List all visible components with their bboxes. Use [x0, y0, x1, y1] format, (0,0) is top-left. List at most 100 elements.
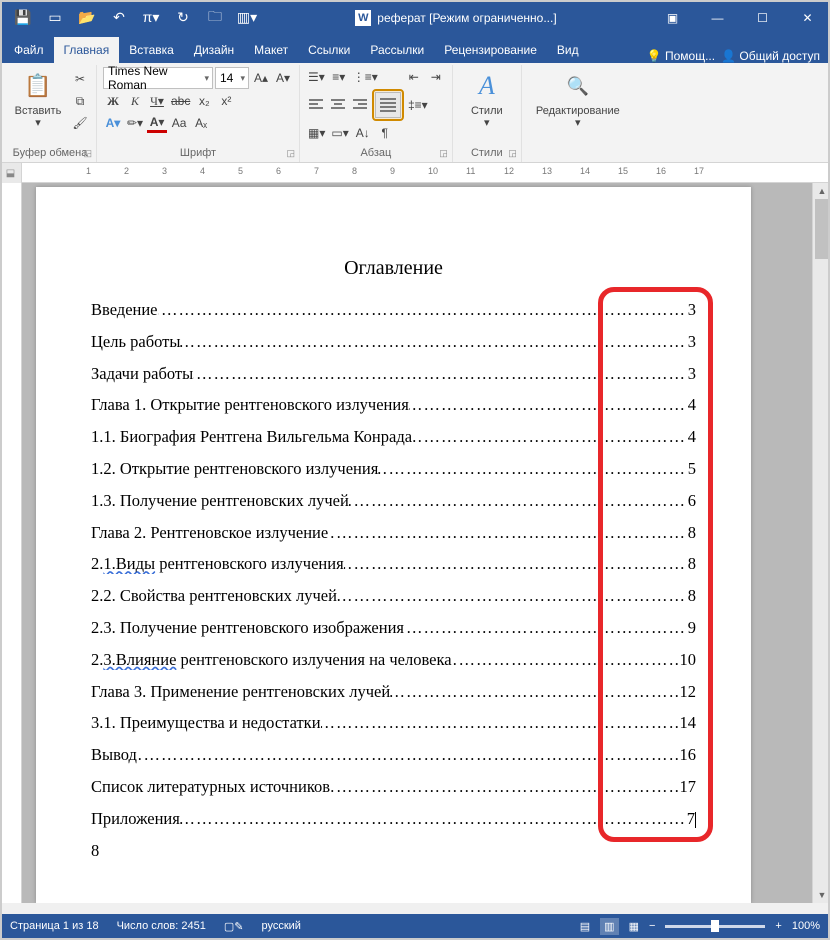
undo-icon[interactable]: ↶ — [104, 5, 134, 31]
toc-extra-line: 8 — [91, 841, 696, 861]
vertical-scrollbar[interactable]: ▲ ▼ — [812, 183, 830, 903]
quick-access-toolbar: 💾 ▭ 📂 ↶ π▾ ↻ 🗀 ▥▾ — [0, 5, 262, 31]
tab-insert[interactable]: Вставка — [119, 37, 184, 63]
folder-icon[interactable]: 🗀 — [200, 5, 230, 31]
paste-button[interactable]: 📋 Вставить▾ — [10, 67, 66, 129]
tab-review[interactable]: Рецензирование — [434, 37, 547, 63]
scroll-up-icon[interactable]: ▲ — [813, 183, 830, 199]
toc-text: 2.3.Влияние рентгеновского излучения на … — [91, 650, 452, 669]
toc-page: 9 — [686, 618, 696, 638]
sort-icon[interactable]: A↓ — [353, 123, 373, 143]
multilevel-icon[interactable]: ⋮≡▾ — [351, 67, 380, 87]
share-button[interactable]: 👤 Общий доступ — [721, 49, 820, 63]
format-painter-icon[interactable]: 🖌 — [70, 113, 90, 133]
window-title: W реферат [Режим ограниченно...] — [262, 10, 650, 26]
decrease-indent-icon[interactable]: ⇤ — [404, 67, 424, 87]
tell-me[interactable]: 💡 Помощ... — [647, 49, 715, 63]
tab-design[interactable]: Дизайн — [184, 37, 244, 63]
group-editing: 🔍 Редактирование▾ — [522, 65, 634, 162]
redo-icon[interactable]: π▾ — [136, 5, 166, 31]
repeat-icon[interactable]: ↻ — [168, 5, 198, 31]
toc-page: 8 — [686, 523, 696, 543]
align-left-icon[interactable] — [306, 95, 326, 115]
status-page[interactable]: Страница 1 из 18 — [10, 920, 99, 932]
underline-button[interactable]: Ч▾ — [147, 91, 167, 111]
print-layout-icon[interactable]: ▥ — [600, 918, 618, 935]
tab-home[interactable]: Главная — [54, 37, 120, 63]
web-layout-icon[interactable]: ▦ — [629, 920, 639, 933]
tab-mailings[interactable]: Рассылки — [360, 37, 434, 63]
toc-line: 7Приложения — [91, 809, 696, 829]
italic-button[interactable]: К — [125, 91, 145, 111]
horizontal-ruler[interactable]: 1234567891011121314151617 — [22, 163, 830, 183]
close-icon[interactable]: ✕ — [785, 4, 830, 32]
change-case-icon[interactable]: Aa — [169, 113, 189, 133]
toc-page: 5 — [686, 459, 696, 479]
status-proof-icon[interactable]: ▢✎ — [224, 920, 244, 933]
scroll-down-icon[interactable]: ▼ — [813, 887, 830, 903]
toc-line: 4Глава 1. Открытие рентгеновского излуче… — [91, 395, 696, 415]
bullets-icon[interactable]: ☰▾ — [306, 67, 327, 87]
line-spacing-icon[interactable]: ‡≡▾ — [406, 95, 430, 115]
align-justify-icon[interactable] — [375, 92, 401, 118]
open-icon[interactable]: 📂 — [72, 5, 102, 31]
toc-text: 1.2. Открытие рентгеновского излучения — [91, 459, 378, 478]
status-words[interactable]: Число слов: 2451 — [117, 920, 206, 932]
shrink-font-icon[interactable]: A▾ — [273, 68, 293, 88]
align-center-icon[interactable] — [328, 95, 348, 115]
shading-icon[interactable]: ▦▾ — [306, 123, 327, 143]
read-mode-icon[interactable]: ▤ — [580, 920, 590, 933]
text-effects-icon[interactable]: A▾ — [103, 113, 123, 133]
tab-references[interactable]: Ссылки — [298, 37, 360, 63]
touch-icon[interactable]: ▥▾ — [232, 5, 262, 31]
clear-format-icon[interactable]: Aₓ — [191, 113, 211, 133]
font-size-combo[interactable]: 14 — [215, 67, 249, 89]
zoom-level[interactable]: 100% — [792, 920, 820, 932]
copy-icon[interactable]: ⧉ — [70, 91, 90, 111]
superscript-button[interactable]: x² — [216, 91, 236, 111]
numbering-icon[interactable]: ≡▾ — [329, 67, 349, 87]
maximize-icon[interactable]: ☐ — [740, 4, 785, 32]
find-icon: 🔍 — [561, 69, 595, 103]
tab-file[interactable]: Файл — [4, 37, 54, 63]
styles-dialog-icon[interactable]: ◲ — [508, 148, 517, 159]
page[interactable]: Оглавление 3Введение3Цель работы3Задачи … — [36, 187, 751, 903]
editing-button[interactable]: 🔍 Редактирование▾ — [528, 67, 628, 129]
tab-layout[interactable]: Макет — [244, 37, 298, 63]
grow-font-icon[interactable]: A▴ — [251, 68, 271, 88]
group-font: Times New Roman 14 A▴ A▾ Ж К Ч▾ abc x₂ x… — [97, 65, 300, 162]
zoom-out-icon[interactable]: − — [649, 920, 655, 932]
show-marks-icon[interactable]: ¶ — [375, 123, 395, 143]
styles-button[interactable]: A Стили▾ — [459, 67, 515, 129]
paragraph-dialog-icon[interactable]: ◲ — [439, 148, 448, 159]
zoom-in-icon[interactable]: + — [775, 920, 781, 932]
ribbon-opts-icon[interactable]: ▣ — [650, 4, 695, 32]
scroll-thumb[interactable] — [815, 199, 828, 259]
highlight-icon[interactable]: ✏▾ — [125, 113, 145, 133]
strike-button[interactable]: abc — [169, 91, 192, 111]
vertical-ruler[interactable] — [0, 183, 22, 903]
save-icon[interactable]: 💾 — [8, 5, 38, 31]
new-icon[interactable]: ▭ — [40, 5, 70, 31]
cut-icon[interactable]: ✂ — [70, 69, 90, 89]
minimize-icon[interactable]: — — [695, 4, 740, 32]
clipboard-label: Буфер обмена — [13, 147, 88, 159]
font-dialog-icon[interactable]: ◲ — [286, 148, 295, 159]
font-name-combo[interactable]: Times New Roman — [103, 67, 213, 89]
subscript-button[interactable]: x₂ — [194, 91, 214, 111]
toc-text: 1.3. Получение рентгеновских лучей — [91, 491, 349, 510]
borders-icon[interactable]: ▭▾ — [329, 123, 350, 143]
increase-indent-icon[interactable]: ⇥ — [426, 67, 446, 87]
ruler-corner: ⬓ — [0, 163, 22, 183]
clipboard-dialog-icon[interactable]: ◲ — [83, 148, 92, 159]
toc-page: 3 — [686, 364, 696, 384]
bold-button[interactable]: Ж — [103, 91, 123, 111]
toc-line: 41.1. Биография Рентгена Вильгельма Конр… — [91, 427, 696, 447]
toc-text: Цель работы — [91, 332, 180, 351]
status-language[interactable]: русский — [261, 920, 300, 932]
toc-text: 2.3. Получение рентгеновского изображени… — [91, 618, 404, 637]
zoom-slider[interactable] — [665, 925, 765, 928]
align-right-icon[interactable] — [350, 95, 370, 115]
tab-view[interactable]: Вид — [547, 37, 589, 63]
font-color-icon[interactable]: A▾ — [147, 113, 167, 133]
